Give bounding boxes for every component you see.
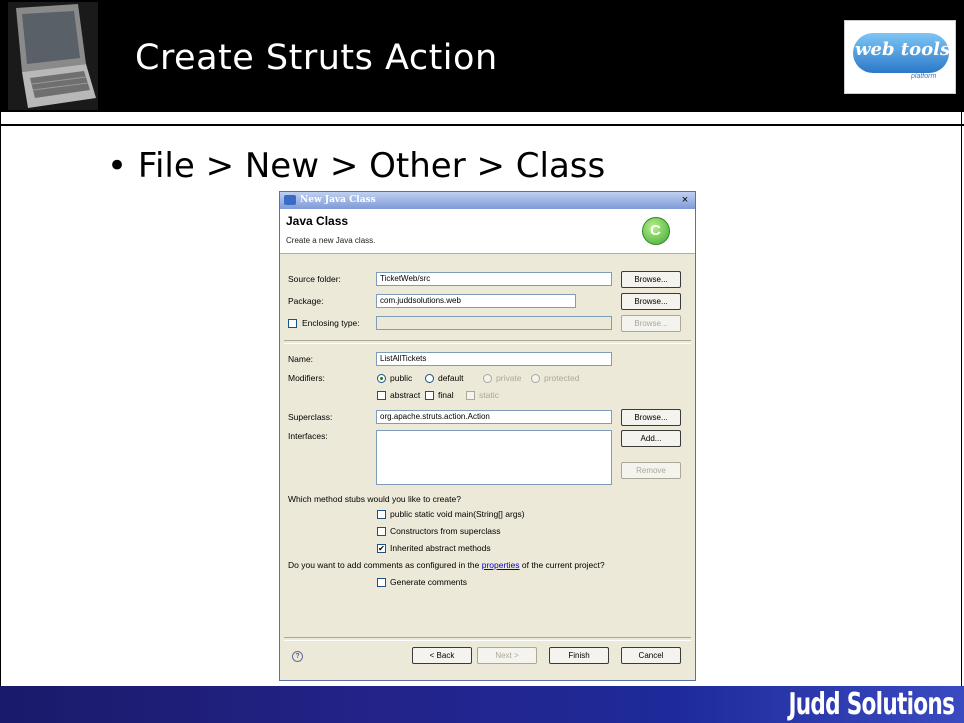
- abstract-checkbox[interactable]: [377, 391, 386, 400]
- source-folder-browse-button[interactable]: Browse...: [621, 271, 681, 288]
- cancel-button[interactable]: Cancel: [621, 647, 681, 664]
- bullet-glyph: •: [107, 146, 138, 186]
- private-label: private: [496, 373, 522, 383]
- comments-question: Do you want to add comments as configure…: [288, 560, 605, 570]
- java-class-icon: C: [642, 217, 670, 245]
- close-icon[interactable]: ×: [679, 194, 691, 206]
- enclosing-type-checkbox[interactable]: [288, 319, 297, 328]
- comments-question-text: Do you want to add comments as configure…: [288, 560, 482, 570]
- enclosing-type-field[interactable]: [376, 316, 612, 330]
- constructors-stub-label: Constructors from superclass: [390, 526, 501, 536]
- slide-title: Create Struts Action: [135, 38, 498, 78]
- footer-separator: [284, 637, 691, 641]
- eclipse-icon: [284, 195, 296, 205]
- static-checkbox[interactable]: [466, 391, 475, 400]
- interfaces-list[interactable]: [376, 430, 612, 485]
- static-label: static: [479, 390, 499, 400]
- default-label: default: [438, 373, 464, 383]
- finish-button[interactable]: Finish: [549, 647, 609, 664]
- name-label: Name:: [288, 354, 314, 364]
- source-folder-label: Source folder:: [288, 274, 341, 284]
- public-radio[interactable]: [377, 374, 386, 383]
- dialog-banner: Java Class Create a new Java class. C: [280, 209, 695, 254]
- generate-comments-label: Generate comments: [390, 577, 468, 587]
- generate-comments-checkbox[interactable]: [377, 578, 386, 587]
- comments-question-suffix: of the current project?: [519, 560, 605, 570]
- private-radio[interactable]: [483, 374, 492, 383]
- new-java-class-dialog: New Java Class × Java Class Create a new…: [279, 191, 696, 681]
- stubs-question: Which method stubs would you like to cre…: [288, 494, 461, 504]
- main-stub-label: public static void main(String[] args): [390, 509, 525, 519]
- constructors-stub-checkbox[interactable]: [377, 527, 386, 536]
- webtools-logo: web tools platform: [844, 20, 956, 94]
- inherited-stub-checkbox[interactable]: ✔: [377, 544, 386, 553]
- next-button[interactable]: Next >: [477, 647, 537, 664]
- header-divider: [0, 124, 964, 126]
- class-name-field[interactable]: ListAllTickets: [376, 352, 612, 366]
- add-interface-button[interactable]: Add...: [621, 430, 681, 447]
- logo-subtext: platform: [911, 73, 937, 80]
- properties-link[interactable]: properties: [482, 560, 520, 570]
- back-button[interactable]: < Back: [412, 647, 472, 664]
- abstract-label: abstract: [390, 390, 421, 400]
- bullet-point: • File > New > Other > Class: [107, 146, 605, 186]
- help-icon[interactable]: ?: [292, 651, 303, 662]
- main-stub-checkbox[interactable]: [377, 510, 386, 519]
- bullet-text: File > New > Other > Class: [137, 146, 606, 186]
- default-radio[interactable]: [425, 374, 434, 383]
- superclass-label: Superclass:: [288, 412, 333, 422]
- superclass-browse-button[interactable]: Browse...: [621, 409, 681, 426]
- dialog-title: New Java Class: [300, 195, 376, 205]
- logo-text: web tools: [855, 39, 951, 60]
- superclass-field[interactable]: org.apache.struts.action.Action: [376, 410, 612, 424]
- laptop-image: [8, 2, 98, 110]
- remove-interface-button[interactable]: Remove: [621, 462, 681, 479]
- slide-footer: Judd Solutions: [0, 686, 964, 723]
- package-label: Package:: [288, 296, 324, 306]
- package-browse-button[interactable]: Browse...: [621, 293, 681, 310]
- protected-label: protected: [544, 373, 580, 383]
- modifiers-label: Modifiers:: [288, 373, 325, 383]
- banner-subtitle: Create a new Java class.: [286, 236, 376, 245]
- inherited-stub-label: Inherited abstract methods: [390, 543, 491, 553]
- final-checkbox[interactable]: [425, 391, 434, 400]
- check-icon: ✔: [378, 544, 385, 553]
- final-label: final: [438, 390, 454, 400]
- source-folder-field[interactable]: TicketWeb/src: [376, 272, 612, 286]
- enclosing-browse-button[interactable]: Browse...: [621, 315, 681, 332]
- enclosing-type-label: Enclosing type:: [302, 318, 360, 328]
- interfaces-label: Interfaces:: [288, 431, 328, 441]
- banner-title: Java Class: [286, 214, 349, 228]
- slide-header: Create Struts Action web tools platform: [0, 0, 964, 112]
- protected-radio[interactable]: [531, 374, 540, 383]
- package-field[interactable]: com.juddsolutions.web: [376, 294, 576, 308]
- dialog-titlebar: New Java Class ×: [280, 192, 695, 209]
- judd-solutions-logo: Judd Solutions: [788, 687, 954, 722]
- dialog-separator: [284, 340, 691, 344]
- public-label: public: [390, 373, 413, 383]
